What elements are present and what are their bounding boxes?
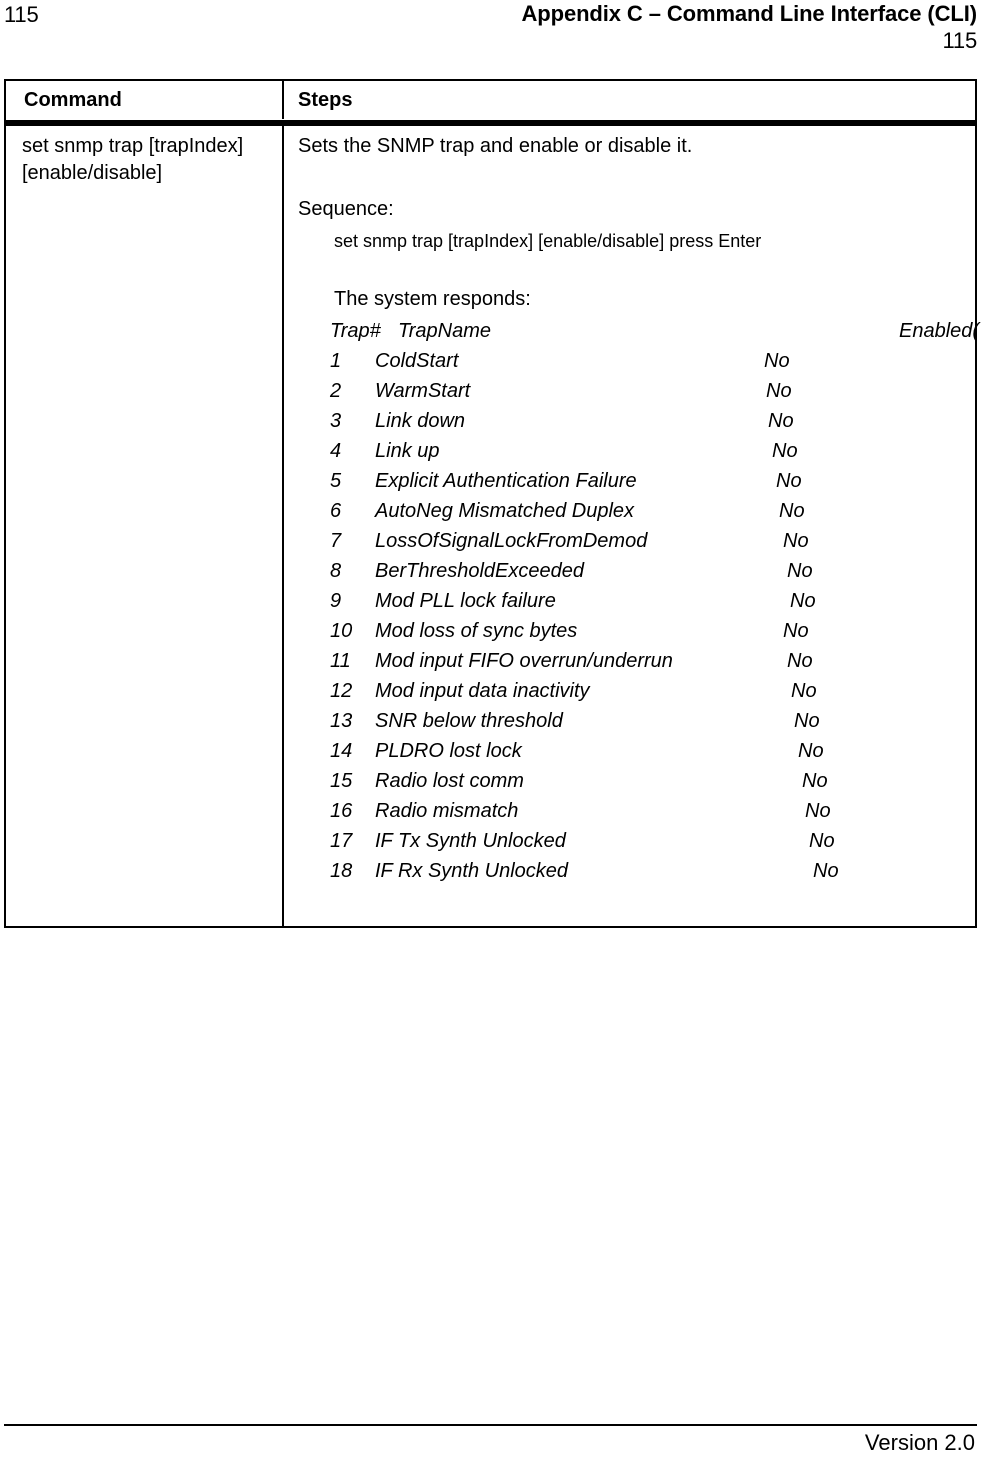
trap-table-row: 14 PLDRO lost lock No <box>298 736 969 766</box>
trap-table-row: 12 Mod input data inactivity No <box>298 676 969 706</box>
trap-index: 6 <box>330 500 342 522</box>
trap-table-row: 13 SNR below threshold No <box>298 706 969 736</box>
trap-table-row: 2 WarmStart No <box>298 376 969 406</box>
trap-table-row: 16 Radio mismatch No <box>298 796 969 826</box>
command-text-line-2: [enable/disable] <box>22 162 163 184</box>
trap-name: SNR below threshold <box>375 710 563 732</box>
trap-enabled-value: No <box>794 710 820 732</box>
trap-table-row: 18 IF Rx Synth Unlocked No <box>298 856 969 886</box>
trap-enabled-value: No <box>768 410 794 432</box>
trap-enabled-value: No <box>809 830 835 852</box>
trap-enabled-value: No <box>787 560 813 582</box>
trap-enabled-value: No <box>766 380 792 402</box>
trap-table-row: 9 Mod PLL lock failure No <box>298 586 969 616</box>
table-cell-steps: Sets the SNMP trap and enable or disable… <box>298 133 981 922</box>
trap-table-row: 4 Link up No <box>298 436 969 466</box>
trap-header-name: TrapName <box>398 320 491 342</box>
trap-index: 10 <box>330 620 353 642</box>
trap-name: Mod input data inactivity <box>375 680 590 702</box>
trap-name: LossOfSignalLockFromDemod <box>375 530 648 552</box>
trap-name: ColdStart <box>375 350 459 372</box>
trap-enabled-value: No <box>791 680 817 702</box>
trap-name: Explicit Authentication Failure <box>375 470 637 492</box>
trap-name: Radio mismatch <box>375 800 519 822</box>
trap-index: 14 <box>330 740 353 762</box>
trap-name: IF Tx Synth Unlocked <box>375 830 566 852</box>
trap-enabled-value: No <box>772 440 798 462</box>
steps-response-label: The system responds: <box>334 288 531 310</box>
trap-index: 1 <box>330 350 342 372</box>
trap-index: 15 <box>330 770 353 792</box>
page-footer: Version 2.0 <box>0 1424 981 1484</box>
trap-enabled-value: No <box>787 650 813 672</box>
trap-index: 17 <box>330 830 353 852</box>
table-column-divider-header <box>282 81 284 119</box>
trap-enabled-value: No <box>783 620 809 642</box>
trap-table-row: 5 Explicit Authentication Failure No <box>298 466 969 496</box>
table-header-thick-rule <box>6 120 975 126</box>
trap-enabled-value: No <box>798 740 824 762</box>
trap-table-row: 7 LossOfSignalLockFromDemod No <box>298 526 969 556</box>
trap-table-row: 1 ColdStart No <box>298 346 969 376</box>
trap-enabled-value: No <box>764 350 790 372</box>
trap-header-enabled: Enabled(Yes | No) <box>899 320 981 342</box>
trap-table-row: 8 BerThresholdExceeded No <box>298 556 969 586</box>
table-cell-command: set snmp trap [trapIndex] [enable/disabl… <box>22 133 272 187</box>
trap-index: 8 <box>330 560 342 582</box>
trap-index: 3 <box>330 410 342 432</box>
trap-table-row: 15 Radio lost comm No <box>298 766 969 796</box>
column-header-command: Command <box>24 89 122 111</box>
trap-index: 4 <box>330 440 342 462</box>
trap-index: 5 <box>330 470 342 492</box>
trap-enabled-value: No <box>790 590 816 612</box>
table-column-divider-body <box>282 126 284 926</box>
trap-enabled-value: No <box>805 800 831 822</box>
trap-index: 13 <box>330 710 353 732</box>
header-page-number-right: 115 <box>942 28 978 53</box>
trap-index: 2 <box>330 380 342 402</box>
steps-description: Sets the SNMP trap and enable or disable… <box>298 135 693 157</box>
trap-name: Link up <box>375 440 440 462</box>
trap-name: Mod input FIFO overrun/underrun <box>375 650 673 672</box>
trap-enabled-value: No <box>776 470 802 492</box>
trap-index: 18 <box>330 860 353 882</box>
steps-sequence-command: set snmp trap [trapIndex] [enable/disabl… <box>334 231 762 251</box>
trap-table-row: 10 Mod loss of sync bytes No <box>298 616 969 646</box>
trap-index: 11 <box>330 650 351 672</box>
trap-index: 7 <box>330 530 342 552</box>
trap-index: 12 <box>330 680 353 702</box>
trap-enabled-value: No <box>779 500 805 522</box>
trap-header-index: Trap# <box>330 320 381 342</box>
footer-divider <box>4 1424 977 1426</box>
trap-table-row: 11 Mod input FIFO overrun/underrun No <box>298 646 969 676</box>
trap-name: PLDRO lost lock <box>375 740 522 762</box>
trap-name: Radio lost comm <box>375 770 524 792</box>
footer-version-label: Version 2.0 <box>864 1430 975 1455</box>
page-header: 115 Appendix C – Command Line Interface … <box>0 0 981 62</box>
trap-enabled-value: No <box>802 770 828 792</box>
trap-listing: Trap# TrapName Enabled(Yes | No) 1 ColdStart… <box>298 316 981 886</box>
command-text-line-1: set snmp trap [trapIndex] <box>22 135 244 157</box>
trap-name: Mod loss of sync bytes <box>375 620 578 642</box>
trap-table-header-row: Trap# TrapName Enabled(Yes | No) <box>298 316 981 346</box>
trap-index: 9 <box>330 590 342 612</box>
header-title: Appendix C – Command Line Interface (CLI… <box>521 1 977 26</box>
trap-table-row: 17 IF Tx Synth Unlocked No <box>298 826 969 856</box>
trap-table-row: 3 Link down No <box>298 406 969 436</box>
trap-name: IF Rx Synth Unlocked <box>375 860 569 882</box>
trap-index: 16 <box>330 800 353 822</box>
header-page-number-left: 115 <box>4 2 39 27</box>
column-header-steps: Steps <box>298 89 353 111</box>
trap-name: AutoNeg Mismatched Duplex <box>375 500 635 522</box>
trap-enabled-value: No <box>783 530 809 552</box>
cli-command-table: Command Steps set snmp trap [trapIndex] … <box>4 79 981 928</box>
trap-enabled-value: No <box>813 860 839 882</box>
trap-name: Link down <box>375 410 466 432</box>
trap-name: BerThresholdExceeded <box>375 560 585 582</box>
trap-name: Mod PLL lock failure <box>375 590 556 612</box>
trap-name: WarmStart <box>375 380 471 402</box>
steps-sequence-label: Sequence: <box>298 198 394 220</box>
table-header-row: Command Steps <box>6 81 975 119</box>
trap-table-row: 6 AutoNeg Mismatched Duplex No <box>298 496 969 526</box>
